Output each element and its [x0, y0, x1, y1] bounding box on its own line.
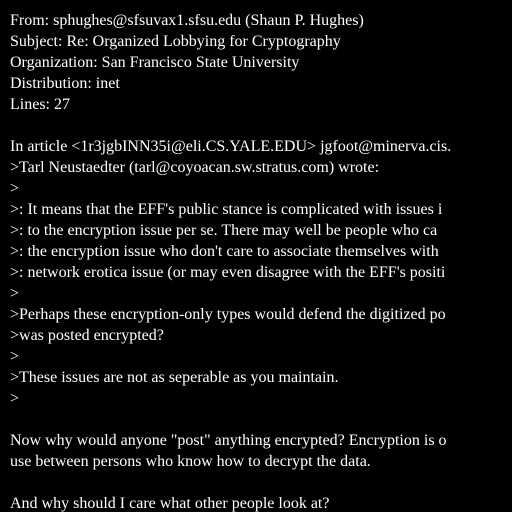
body-line: >: to the encryption issue per se. There… [10, 222, 438, 239]
header-from: From: sphughes@sfsuvax1.sfsu.edu (Shaun … [10, 12, 364, 29]
body-line: In article <1r3jgbINN35i@eli.CS.YALE.EDU… [10, 138, 452, 155]
body-line: And why should I care what other people … [10, 495, 330, 512]
body-line: > [10, 285, 20, 302]
header-distribution: Distribution: inet [10, 75, 120, 92]
body-line: >: It means that the EFF's public stance… [10, 201, 443, 218]
header-subject: Subject: Re: Organized Lobbying for Cryp… [10, 33, 341, 50]
body-line: Now why would anyone "post" anything enc… [10, 432, 447, 449]
body-line: > [10, 348, 20, 365]
body-line: >: network erotica issue (or may even di… [10, 264, 446, 281]
body-line: > [10, 180, 20, 197]
header-lines: Lines: 27 [10, 96, 70, 113]
body-line: use between persons who know how to decr… [10, 453, 371, 470]
body-line: >These issues are not as seperable as yo… [10, 369, 339, 386]
header-organization: Organization: San Francisco State Univer… [10, 54, 300, 71]
body-line: >Tarl Neustaedter (tarl@coyoacan.sw.stra… [10, 159, 380, 176]
body-line: >: the encryption issue who don't care t… [10, 243, 439, 260]
message-view: From: sphughes@sfsuvax1.sfsu.edu (Shaun … [0, 0, 512, 512]
body-line: > [10, 390, 20, 407]
body-line: >Perhaps these encryption-only types wou… [10, 306, 446, 323]
body-line: >was posted encrypted? [10, 327, 164, 344]
